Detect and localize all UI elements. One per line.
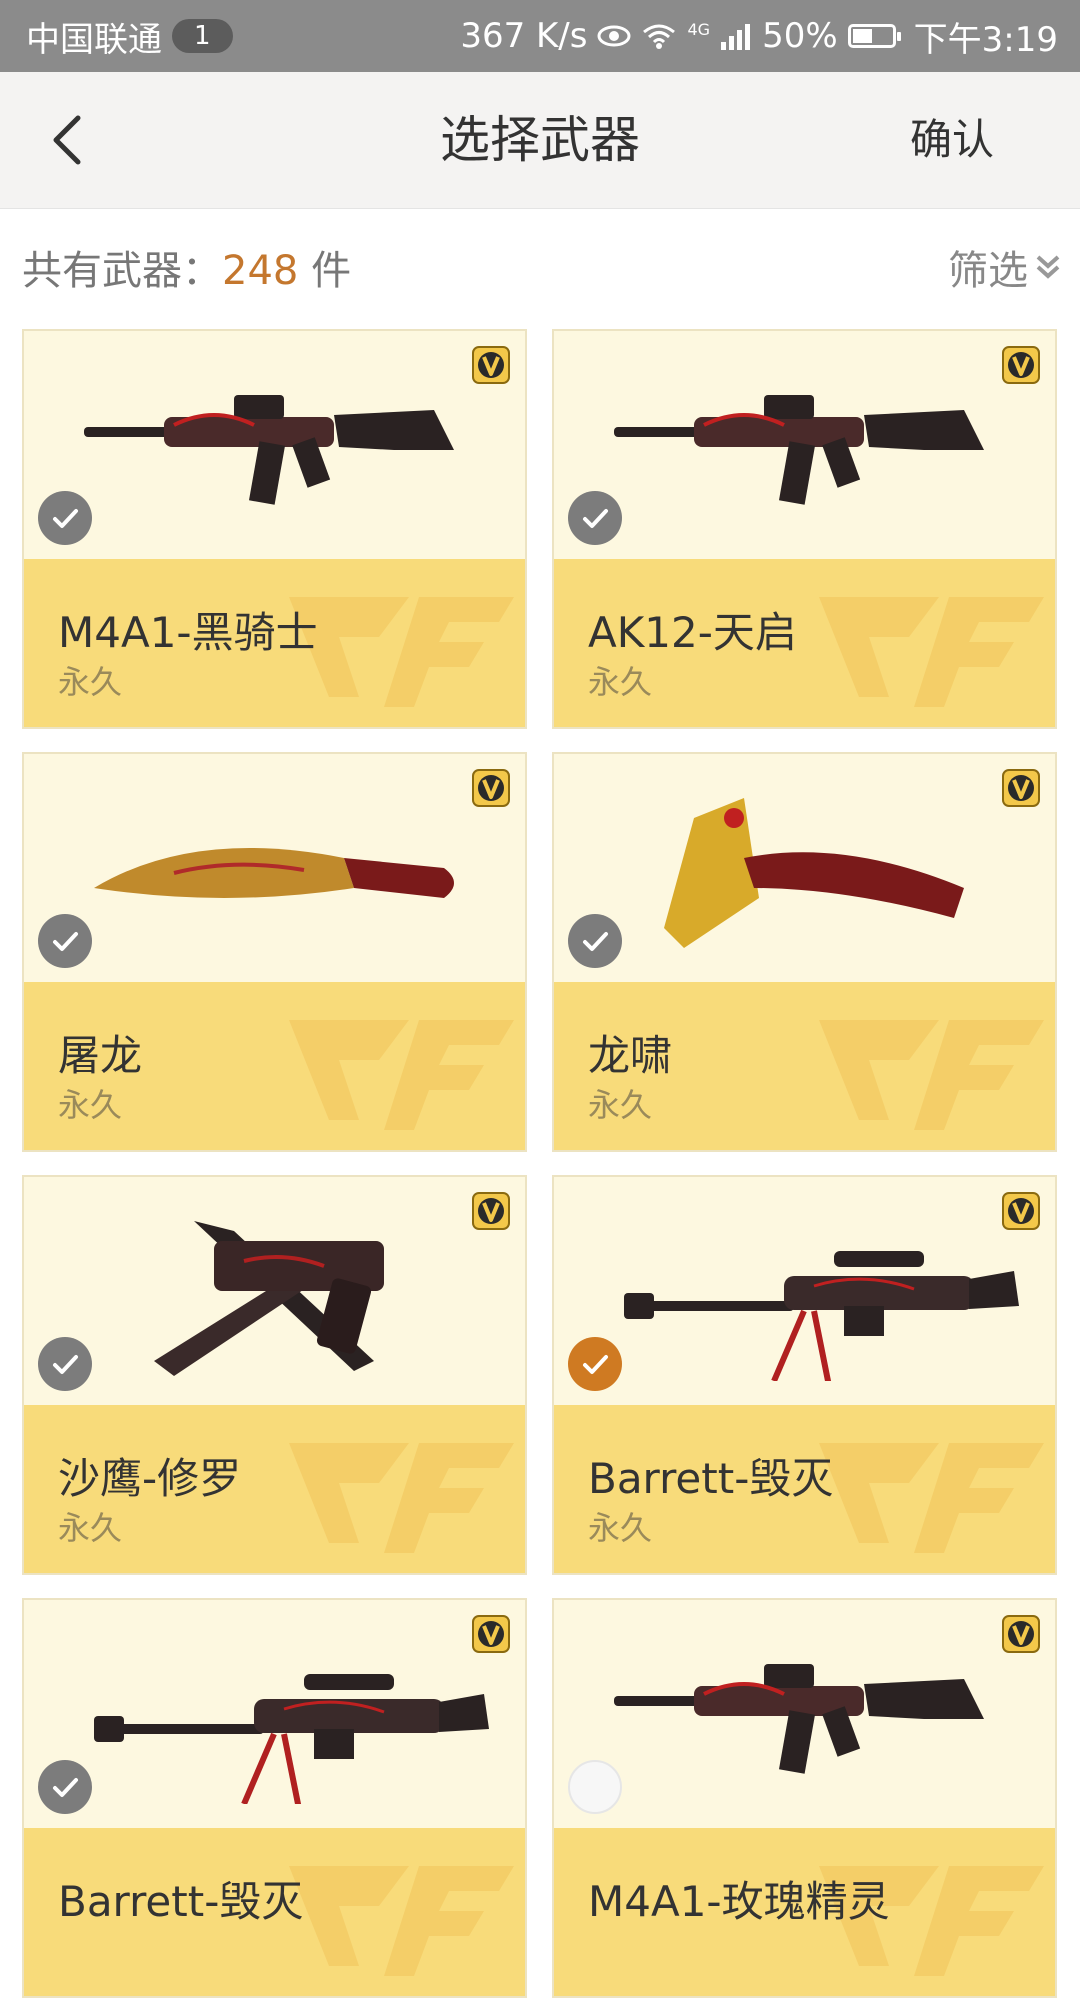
vip-badge-icon (472, 1615, 510, 1653)
signal-icon (721, 24, 751, 50)
weapon-card[interactable]: M4A1-玫瑰精灵 (552, 1598, 1057, 1998)
weapon-image-area (554, 754, 1055, 982)
eye-icon (597, 25, 631, 47)
wifi-icon (643, 24, 676, 49)
select-checkbox[interactable] (38, 1760, 92, 1814)
weapon-card[interactable]: Barrett-毁灭 (22, 1598, 527, 1998)
weapon-card[interactable]: AK12-天启永久 (552, 329, 1057, 729)
network-speed: 367 K/s (460, 16, 588, 56)
weapon-term: 永久 (58, 1086, 123, 1124)
weapon-term: 永久 (588, 1509, 653, 1547)
count-suffix: 件 (298, 248, 352, 294)
checkmark-icon (583, 1355, 608, 1374)
checkmark-icon (53, 509, 78, 528)
weapon-name: 屠龙 (58, 1031, 143, 1080)
battery-icon (847, 24, 901, 48)
select-checkbox[interactable] (568, 914, 622, 968)
vip-badge-icon (472, 1192, 510, 1230)
cf-logo-icon (289, 1866, 514, 1976)
weapon-info: 沙鹰-修罗永久 (24, 1405, 525, 1573)
weapon-term: 永久 (588, 663, 653, 701)
cf-logo-icon (819, 1443, 1044, 1553)
count-value: 248 (222, 248, 299, 294)
weapon-card[interactable]: Barrett-毁灭永久 (552, 1175, 1057, 1575)
weapon-info: 龙啸 永久 (554, 982, 1055, 1150)
weapon-card[interactable]: M4A1-黑骑士永久 (22, 329, 527, 729)
rifle-icon (614, 395, 984, 505)
select-checkbox[interactable] (568, 1337, 622, 1391)
weapon-card[interactable]: 沙鹰-修罗永久 (22, 1175, 527, 1575)
pistol-knife-icon (154, 1221, 384, 1376)
select-checkbox[interactable] (38, 491, 92, 545)
vip-badge-icon (1002, 1192, 1040, 1230)
count-prefix: 共有武器： (22, 248, 222, 294)
clock: 下午3:19 (913, 19, 1058, 60)
weapon-image-area (554, 1600, 1055, 1828)
checkmark-icon (583, 932, 608, 951)
weapon-term: 永久 (58, 663, 123, 701)
cf-logo-icon (289, 1443, 514, 1553)
weapon-name: 龙啸 (588, 1031, 673, 1080)
double-chevron-down-icon (1036, 255, 1060, 279)
cf-logo-icon (289, 1020, 514, 1130)
weapon-count: 共有武器：248 件 (22, 238, 351, 296)
machete-icon (94, 848, 454, 898)
weapon-info: Barrett-毁灭 (24, 1828, 525, 1996)
cf-logo-icon (819, 597, 1044, 707)
weapon-info: M4A1-玫瑰精灵 (554, 1828, 1055, 1996)
weapon-card[interactable]: 龙啸 永久 (552, 752, 1057, 1152)
weapon-image-area (554, 331, 1055, 559)
sim-badge: 1 (172, 19, 233, 53)
weapon-term: 永久 (588, 1086, 653, 1124)
sniper-icon (94, 1674, 489, 1804)
filter-button[interactable]: 筛选 (948, 238, 1062, 296)
summary-row: 共有武器：248 件 筛选 (0, 208, 1080, 320)
weapon-image-area (24, 1600, 525, 1828)
checkmark-icon (583, 509, 608, 528)
weapon-name: M4A1-黑骑士 (58, 608, 318, 657)
confirm-button[interactable]: 确认 (910, 72, 994, 208)
vip-badge-icon (1002, 346, 1040, 384)
checkmark-icon (53, 1355, 78, 1374)
battery-percent: 50% (762, 16, 838, 56)
weapon-image-area (24, 331, 525, 559)
select-checkbox[interactable] (38, 914, 92, 968)
vip-badge-icon (472, 346, 510, 384)
checkmark-icon (53, 1778, 78, 1797)
vip-badge-icon (1002, 769, 1040, 807)
network-type-label: 4G (687, 19, 711, 39)
vip-badge-icon (472, 769, 510, 807)
battery-fill (852, 29, 872, 43)
weapon-info: 屠龙 永久 (24, 982, 525, 1150)
weapon-name: Barrett-毁灭 (588, 1454, 834, 1503)
checkmark-icon (53, 932, 78, 951)
vip-badge-icon (1002, 1615, 1040, 1653)
rifle-icon (614, 1664, 984, 1774)
carrier-name: 中国联通 (26, 19, 162, 60)
weapon-term: 永久 (58, 1509, 123, 1547)
cf-logo-icon (819, 1020, 1044, 1130)
filter-label: 筛选 (948, 248, 1028, 294)
weapon-info: Barrett-毁灭永久 (554, 1405, 1055, 1573)
nav-bar: 选择武器 确认 (0, 72, 1080, 209)
select-checkbox[interactable] (568, 491, 622, 545)
select-checkbox[interactable] (38, 1337, 92, 1391)
weapon-image-area (24, 1177, 525, 1405)
sniper-icon (624, 1251, 1019, 1381)
rifle-icon (84, 395, 454, 505)
weapon-info: AK12-天启永久 (554, 559, 1055, 727)
weapon-image-area (24, 754, 525, 982)
select-checkbox[interactable] (568, 1760, 622, 1814)
status-bar: 中国联通 1 367 K/s 4G 50% 下午3:19 (0, 0, 1080, 72)
weapon-info: M4A1-黑骑士永久 (24, 559, 525, 727)
axe-icon (664, 798, 964, 948)
weapon-card[interactable]: 屠龙 永久 (22, 752, 527, 1152)
weapon-name: AK12-天启 (588, 608, 797, 657)
weapon-image-area (554, 1177, 1055, 1405)
weapon-name: 沙鹰-修罗 (58, 1454, 242, 1503)
